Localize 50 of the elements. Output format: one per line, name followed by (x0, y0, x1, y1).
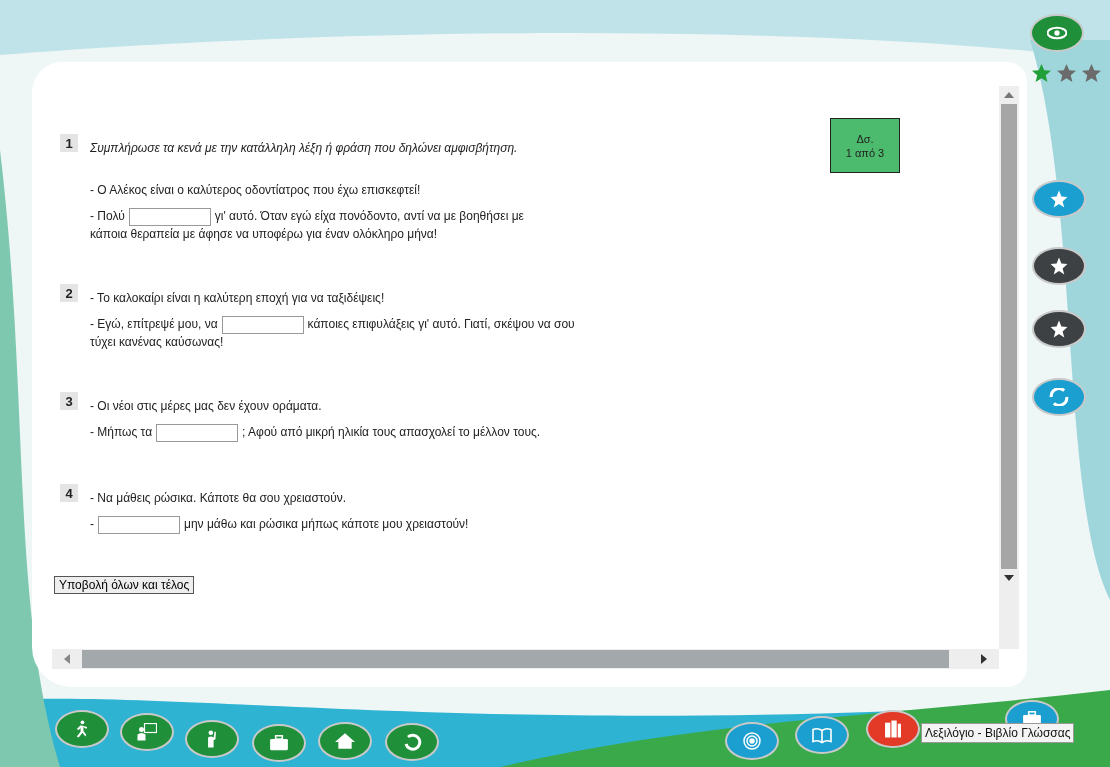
counter-value: 1 από 3 (845, 145, 885, 160)
exercise-number: 4 (60, 484, 78, 502)
books-icon (883, 720, 903, 738)
star-icon (1082, 64, 1101, 82)
scroll-up-icon[interactable] (1004, 92, 1014, 98)
star-icon (1049, 257, 1069, 275)
exercise-number: 2 (60, 284, 78, 302)
undo-icon (402, 733, 422, 751)
dialogue-text: - Οι νέοι στις μέρες μας δεν έχουν οράματα. (90, 399, 322, 413)
dialogue-text: - Ο Αλέκος είναι ο καλύτερος οδοντίατρος που έχω επισκεφτεί! (90, 183, 421, 197)
scrollbar-thumb[interactable] (1001, 104, 1017, 569)
star-icon (1049, 190, 1069, 208)
exercise-number: 3 (60, 392, 78, 410)
scroll-right-icon[interactable] (981, 654, 987, 664)
scrollbar-thumb[interactable] (82, 650, 949, 668)
dialogue-text: - Μήπως τα (90, 425, 153, 440)
instruction-text: Συμπλήρωσε τα κενά με την κατάλληλη λέξη ή φράση που δηλώνει αμφισβήτηση. (90, 141, 518, 155)
answer-box[interactable] (156, 424, 239, 442)
submit-all-button[interactable]: Υποβολή όλων και τέλος (54, 576, 195, 594)
teacher-icon (137, 723, 157, 741)
book-icon (812, 726, 832, 744)
scroll-left-icon[interactable] (64, 654, 70, 664)
dialogue-text: - Εγώ, επίτρεψέ μου, να (90, 317, 218, 332)
dialogue-text: - Το καλοκαίρι είναι η καλύτερη εποχή για να ταξιδέψεις! (90, 291, 385, 305)
eye-icon (1047, 24, 1067, 42)
dialogue-text: μην μάθω και ρώσικα μήπως κάποτε μου χρειαστούν! (184, 517, 469, 532)
dialogue-text: κάποιες επιφυλάξεις γι' αυτό. Γιατί, σκέψου να σου (307, 317, 575, 332)
case-icon (269, 734, 289, 752)
answer-box[interactable] (221, 316, 304, 334)
tooltip: Λεξιλόγιο - Βιβλίο Γλώσσας (921, 723, 1075, 743)
dialogue-text: τύχει κανένας καύσωνας! (90, 335, 224, 349)
star-icon (1057, 64, 1076, 82)
dialogue-text: - Να μάθεις ρώσικα. Κάποτε θα σου χρειαστούν. (90, 491, 347, 505)
horizontal-scrollbar[interactable] (52, 649, 999, 669)
star-icon (1049, 320, 1069, 338)
dialogue-text: - Πολύ (90, 209, 125, 224)
answer-box[interactable] (98, 516, 180, 534)
disc-icon (742, 732, 762, 750)
vertical-scrollbar[interactable] (999, 86, 1019, 649)
refresh-icon (1049, 388, 1069, 406)
answer-box[interactable] (128, 208, 211, 226)
exercise-number: 1 (60, 134, 78, 152)
dialogue-text: γι' αυτό. Όταν εγώ είχα πονόδοντο, αντί να με βοηθήσει με (214, 209, 524, 224)
dialogue-text: ; Αφού από μικρή ηλικία τους απασχολεί το μέλλον τους. (242, 425, 541, 440)
star-icon (1032, 64, 1051, 82)
dialogue-text: - (90, 517, 94, 532)
dialogue-text: κάποια θεραπεία με άφησε να υποφέρω για έναν ολόκληρο μήνα! (90, 227, 438, 241)
counter-label: Δσ. (856, 131, 874, 146)
scroll-down-icon[interactable] (1004, 575, 1014, 581)
home-icon (335, 732, 355, 750)
